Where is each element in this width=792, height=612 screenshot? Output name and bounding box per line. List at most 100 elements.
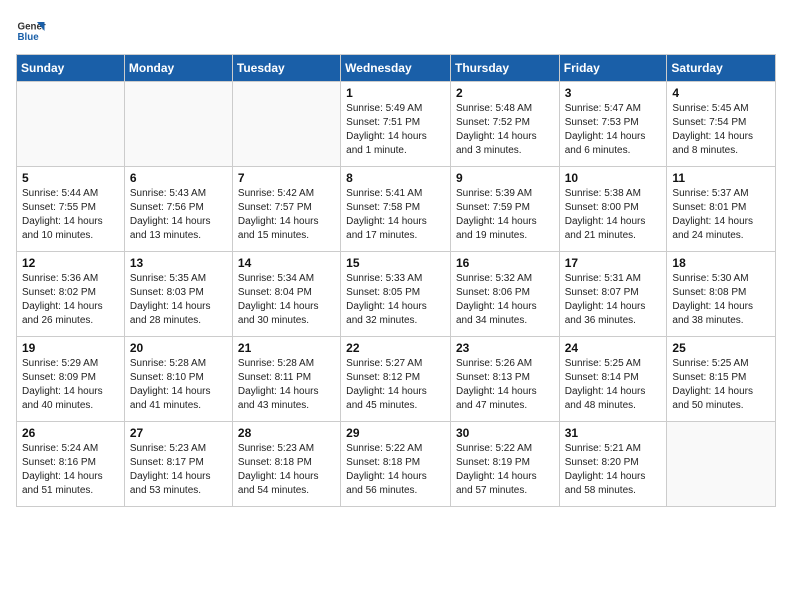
day-number: 13 (130, 256, 227, 270)
day-cell: 29 Sunrise: 5:22 AMSunset: 8:18 PMDayligh… (341, 422, 451, 507)
day-number: 1 (346, 86, 445, 100)
day-detail: Sunrise: 5:24 AMSunset: 8:16 PMDaylight:… (22, 442, 119, 498)
day-detail: Sunrise: 5:28 AMSunset: 8:11 PMDaylight:… (238, 357, 335, 413)
day-detail: Sunrise: 5:47 AMSunset: 7:53 PMDaylight:… (565, 102, 662, 158)
day-cell: 17 Sunrise: 5:31 AMSunset: 8:07 PMDayligh… (559, 252, 667, 337)
day-detail: Sunrise: 5:23 AMSunset: 8:17 PMDaylight:… (130, 442, 227, 498)
day-cell: 13 Sunrise: 5:35 AMSunset: 8:03 PMDayligh… (124, 252, 232, 337)
week-row-4: 19Sunrise: 5:29 AMSunset: 8:09 PMDayligh… (17, 337, 776, 422)
week-row-1: 1 Sunrise: 5:49 AMSunset: 7:51 PMDaylight… (17, 82, 776, 167)
day-cell: 6 Sunrise: 5:43 AMSunset: 7:56 PMDaylight… (124, 167, 232, 252)
weekday-header-monday: Monday (124, 55, 232, 82)
calendar-table: SundayMondayTuesdayWednesdayThursdayFrid… (16, 54, 776, 507)
day-number: 5 (22, 171, 119, 185)
day-detail: Sunrise: 5:48 AMSunset: 7:52 PMDaylight:… (456, 102, 554, 158)
day-detail: Sunrise: 5:36 AMSunset: 8:02 PMDaylight:… (22, 272, 119, 328)
day-cell: 18 Sunrise: 5:30 AMSunset: 8:08 PMDayligh… (667, 252, 776, 337)
day-number: 2 (456, 86, 554, 100)
day-number: 29 (346, 426, 445, 440)
day-cell: 14 Sunrise: 5:34 AMSunset: 8:04 PMDayligh… (232, 252, 340, 337)
day-detail: Sunrise: 5:42 AMSunset: 7:57 PMDaylight:… (238, 187, 335, 243)
day-number: 23 (456, 341, 554, 355)
day-cell: 20 Sunrise: 5:28 AMSunset: 8:10 PMDayligh… (124, 337, 232, 422)
day-cell: 22 Sunrise: 5:27 AMSunset: 8:12 PMDayligh… (341, 337, 451, 422)
day-number: 16 (456, 256, 554, 270)
day-detail: Sunrise: 5:27 AMSunset: 8:12 PMDaylight:… (346, 357, 445, 413)
day-number: 24 (565, 341, 662, 355)
week-row-5: 26 Sunrise: 5:24 AMSunset: 8:16 PMDayligh… (17, 422, 776, 507)
day-cell: 28 Sunrise: 5:23 AMSunset: 8:18 PMDayligh… (232, 422, 340, 507)
day-number: 8 (346, 171, 445, 185)
day-cell: 26 Sunrise: 5:24 AMSunset: 8:16 PMDayligh… (17, 422, 125, 507)
day-detail: Sunrise: 5:21 AMSunset: 8:20 PMDaylight:… (565, 442, 662, 498)
day-cell (17, 82, 125, 167)
day-number: 22 (346, 341, 445, 355)
day-detail: Sunrise: 5:38 AMSunset: 8:00 PMDaylight:… (565, 187, 662, 243)
day-cell: 12 Sunrise: 5:36 AMSunset: 8:02 PMDayligh… (17, 252, 125, 337)
day-number: 14 (238, 256, 335, 270)
day-number: 28 (238, 426, 335, 440)
day-cell: 4Sunrise: 5:45 AMSunset: 7:54 PMDaylight… (667, 82, 776, 167)
day-cell: 11Sunrise: 5:37 AMSunset: 8:01 PMDayligh… (667, 167, 776, 252)
day-detail: Sunrise: 5:31 AMSunset: 8:07 PMDaylight:… (565, 272, 662, 328)
day-detail: Sunrise: 5:45 AMSunset: 7:54 PMDaylight:… (672, 102, 770, 158)
weekday-header-tuesday: Tuesday (232, 55, 340, 82)
day-cell: 10 Sunrise: 5:38 AMSunset: 8:00 PMDayligh… (559, 167, 667, 252)
day-detail: Sunrise: 5:30 AMSunset: 8:08 PMDaylight:… (672, 272, 770, 328)
day-cell: 21 Sunrise: 5:28 AMSunset: 8:11 PMDayligh… (232, 337, 340, 422)
logo-icon: General Blue (16, 16, 46, 46)
day-detail: Sunrise: 5:41 AMSunset: 7:58 PMDaylight:… (346, 187, 445, 243)
day-number: 12 (22, 256, 119, 270)
week-row-2: 5Sunrise: 5:44 AMSunset: 7:55 PMDaylight… (17, 167, 776, 252)
day-number: 9 (456, 171, 554, 185)
day-number: 18 (672, 256, 770, 270)
day-cell: 23 Sunrise: 5:26 AMSunset: 8:13 PMDayligh… (450, 337, 559, 422)
day-number: 3 (565, 86, 662, 100)
day-cell: 1 Sunrise: 5:49 AMSunset: 7:51 PMDaylight… (341, 82, 451, 167)
logo: General Blue (16, 16, 46, 46)
weekday-header-thursday: Thursday (450, 55, 559, 82)
day-detail: Sunrise: 5:28 AMSunset: 8:10 PMDaylight:… (130, 357, 227, 413)
day-cell: 16 Sunrise: 5:32 AMSunset: 8:06 PMDayligh… (450, 252, 559, 337)
day-detail: Sunrise: 5:43 AMSunset: 7:56 PMDaylight:… (130, 187, 227, 243)
weekday-header-row: SundayMondayTuesdayWednesdayThursdayFrid… (17, 55, 776, 82)
day-number: 10 (565, 171, 662, 185)
weekday-header-sunday: Sunday (17, 55, 125, 82)
day-number: 6 (130, 171, 227, 185)
day-cell: 31Sunrise: 5:21 AMSunset: 8:20 PMDayligh… (559, 422, 667, 507)
weekday-header-saturday: Saturday (667, 55, 776, 82)
day-detail: Sunrise: 5:35 AMSunset: 8:03 PMDaylight:… (130, 272, 227, 328)
day-detail: Sunrise: 5:22 AMSunset: 8:18 PMDaylight:… (346, 442, 445, 498)
day-cell: 25 Sunrise: 5:25 AMSunset: 8:15 PMDayligh… (667, 337, 776, 422)
day-detail: Sunrise: 5:26 AMSunset: 8:13 PMDaylight:… (456, 357, 554, 413)
day-number: 20 (130, 341, 227, 355)
day-cell: 30 Sunrise: 5:22 AMSunset: 8:19 PMDayligh… (450, 422, 559, 507)
day-number: 26 (22, 426, 119, 440)
day-number: 21 (238, 341, 335, 355)
day-cell: 9 Sunrise: 5:39 AMSunset: 7:59 PMDaylight… (450, 167, 559, 252)
day-cell: 7 Sunrise: 5:42 AMSunset: 7:57 PMDaylight… (232, 167, 340, 252)
day-number: 25 (672, 341, 770, 355)
day-cell (667, 422, 776, 507)
day-number: 30 (456, 426, 554, 440)
day-detail: Sunrise: 5:25 AMSunset: 8:14 PMDaylight:… (565, 357, 662, 413)
day-detail: Sunrise: 5:22 AMSunset: 8:19 PMDaylight:… (456, 442, 554, 498)
day-cell (124, 82, 232, 167)
day-detail: Sunrise: 5:39 AMSunset: 7:59 PMDaylight:… (456, 187, 554, 243)
day-cell: 5Sunrise: 5:44 AMSunset: 7:55 PMDaylight… (17, 167, 125, 252)
day-number: 11 (672, 171, 770, 185)
day-detail: Sunrise: 5:34 AMSunset: 8:04 PMDaylight:… (238, 272, 335, 328)
day-cell (232, 82, 340, 167)
day-detail: Sunrise: 5:23 AMSunset: 8:18 PMDaylight:… (238, 442, 335, 498)
day-detail: Sunrise: 5:49 AMSunset: 7:51 PMDaylight:… (346, 102, 445, 158)
day-cell: 2 Sunrise: 5:48 AMSunset: 7:52 PMDaylight… (450, 82, 559, 167)
day-number: 19 (22, 341, 119, 355)
day-detail: Sunrise: 5:33 AMSunset: 8:05 PMDaylight:… (346, 272, 445, 328)
day-number: 7 (238, 171, 335, 185)
page-header: General Blue (16, 16, 776, 46)
day-cell: 27Sunrise: 5:23 AMSunset: 8:17 PMDayligh… (124, 422, 232, 507)
day-detail: Sunrise: 5:25 AMSunset: 8:15 PMDaylight:… (672, 357, 770, 413)
day-number: 17 (565, 256, 662, 270)
day-detail: Sunrise: 5:32 AMSunset: 8:06 PMDaylight:… (456, 272, 554, 328)
weekday-header-wednesday: Wednesday (341, 55, 451, 82)
